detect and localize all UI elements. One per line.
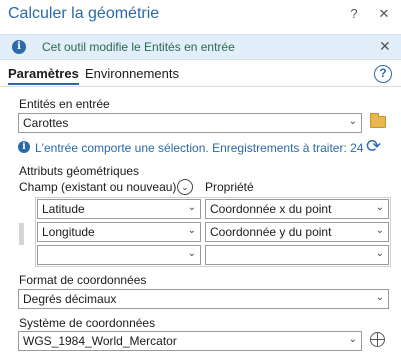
window-title: Calculer la géométrie [8, 5, 160, 22]
row-drag-handle[interactable] [19, 223, 24, 245]
tabs-divider [0, 86, 401, 87]
property-value: Coordonnée y du point [210, 225, 332, 239]
chevron-down-icon: ⌄ [375, 202, 384, 213]
add-fields-chevron-icon[interactable]: ⌄ [177, 179, 193, 195]
property-dropdown-row-3[interactable]: ⌄ [205, 245, 389, 265]
property-column-header: Propriété [205, 180, 254, 194]
selection-note: L'entrée comporte une sélection. Enregis… [35, 141, 364, 155]
coordinate-system-label: Système de coordonnées [19, 316, 156, 330]
coordinate-format-value: Degrés décimaux [23, 292, 117, 306]
input-features-dropdown[interactable]: Carottes ⌄ [18, 113, 362, 133]
field-dropdown-row-3[interactable]: ⌄ [37, 245, 201, 265]
chevron-down-icon: ⌄ [375, 225, 384, 236]
refresh-icon[interactable]: ⟳ [366, 136, 381, 157]
help-button[interactable]: ? [346, 6, 362, 21]
tab-parameters[interactable]: Paramètres [8, 66, 79, 85]
chevron-down-icon: ⌄ [348, 334, 357, 345]
field-column-header: Champ (existant ou nouveau) [19, 180, 177, 194]
globe-icon[interactable] [370, 332, 385, 347]
chevron-down-icon: ⌄ [375, 292, 384, 303]
coordinate-format-label: Format de coordonnées [19, 273, 147, 287]
property-dropdown-row-2[interactable]: Coordonnée y du point ⌄ [205, 222, 389, 242]
geometry-attributes-label: Attributs géométriques [19, 164, 140, 178]
chevron-down-icon: ⌄ [187, 248, 196, 259]
tab-environments[interactable]: Environnements [85, 66, 179, 81]
property-dropdown-row-1[interactable]: Coordonnée x du point ⌄ [205, 199, 389, 219]
info-bar-close-icon[interactable]: ✕ [379, 38, 391, 55]
info-icon: i [18, 141, 30, 153]
help-icon[interactable]: ? [374, 65, 392, 83]
coordinate-system-dropdown[interactable]: WGS_1984_World_Mercator ⌄ [18, 331, 362, 351]
coordinate-system-value: WGS_1984_World_Mercator [23, 334, 177, 348]
folder-icon[interactable] [370, 113, 386, 128]
property-value: Coordonnée x du point [210, 202, 332, 216]
input-features-value: Carottes [23, 116, 69, 130]
field-dropdown-row-1[interactable]: Latitude ⌄ [37, 199, 201, 219]
field-value: Longitude [42, 225, 95, 239]
chevron-down-icon: ⌄ [375, 248, 384, 259]
chevron-down-icon: ⌄ [348, 116, 357, 127]
coordinate-format-dropdown[interactable]: Degrés décimaux ⌄ [18, 289, 389, 309]
field-dropdown-row-2[interactable]: Longitude ⌄ [37, 222, 201, 242]
info-bar: i Cet outil modifie le Entités en entrée… [0, 34, 401, 60]
field-value: Latitude [42, 202, 85, 216]
info-icon: i [12, 40, 26, 54]
info-bar-text: Cet outil modifie le Entités en entrée [42, 40, 235, 54]
close-button[interactable]: ✕ [376, 6, 392, 22]
chevron-down-icon: ⌄ [187, 225, 196, 236]
input-features-label: Entités en entrée [19, 97, 110, 111]
chevron-down-icon: ⌄ [187, 202, 196, 213]
